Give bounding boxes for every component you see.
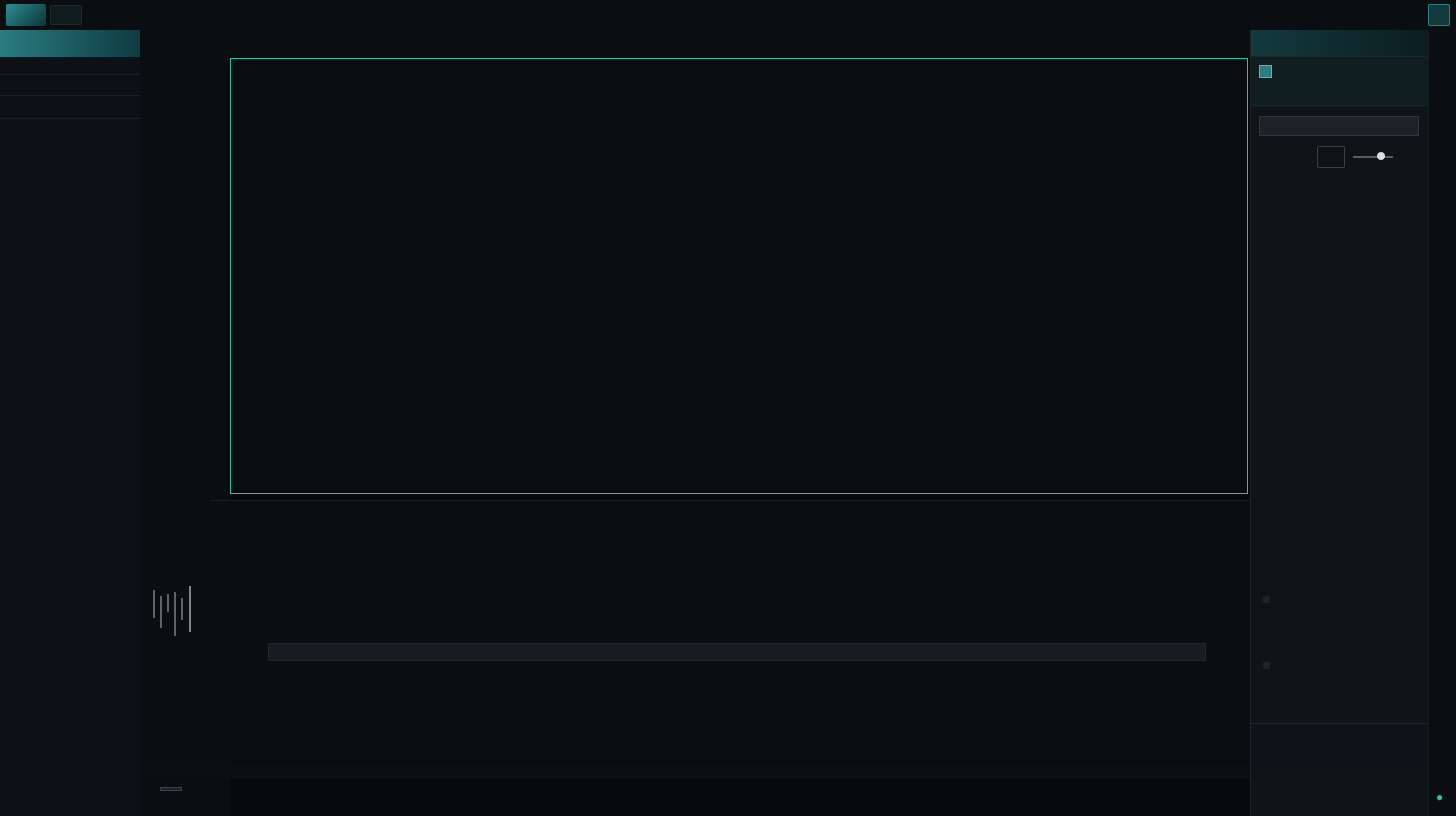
volume-slider-knob[interactable] <box>1377 152 1385 160</box>
trading-app-window: ● <box>0 0 1456 816</box>
market-watch-panel <box>0 58 141 816</box>
toolbar <box>0 30 1456 59</box>
order-panel-header[interactable] <box>1251 30 1428 57</box>
big-value-bullet-1 <box>1263 596 1270 603</box>
big-value-bullet-2 <box>1263 662 1270 669</box>
oscillator-chart[interactable] <box>210 501 1250 761</box>
status-dot-icon: ● <box>1436 790 1443 804</box>
values-strip <box>268 643 1206 661</box>
symbol-header <box>1251 57 1428 106</box>
mini-sparkline <box>146 584 206 644</box>
order-panel <box>1250 30 1428 816</box>
status-bar <box>140 762 1250 779</box>
corner-grid-icon[interactable] <box>1428 4 1450 26</box>
symbol-list <box>0 58 140 68</box>
order-comment-input[interactable] <box>1259 116 1419 136</box>
indicator-panel[interactable] <box>210 500 1250 761</box>
market-watch-header[interactable] <box>0 30 140 57</box>
right-toolbar-rail: ● <box>1428 30 1456 816</box>
order-panel-footer <box>1251 723 1429 768</box>
status-bar-row2 <box>150 781 182 797</box>
mini-depth-panel <box>140 500 210 760</box>
price-list <box>140 58 230 68</box>
volume-row <box>1259 146 1421 170</box>
titlebar <box>0 0 1456 31</box>
logo-icon[interactable] <box>50 5 82 25</box>
candlestick-chart[interactable] <box>231 59 1247 493</box>
connection-box[interactable] <box>160 787 182 791</box>
scanner-header <box>0 96 140 108</box>
main-chart-panel[interactable] <box>230 58 1248 494</box>
volume-slider[interactable] <box>1353 156 1393 158</box>
app-thumbnail-icon[interactable] <box>6 4 46 26</box>
symbol-swatch-icon <box>1259 65 1272 78</box>
refresh-icon[interactable] <box>1317 146 1345 168</box>
watchlist-header <box>0 75 140 87</box>
